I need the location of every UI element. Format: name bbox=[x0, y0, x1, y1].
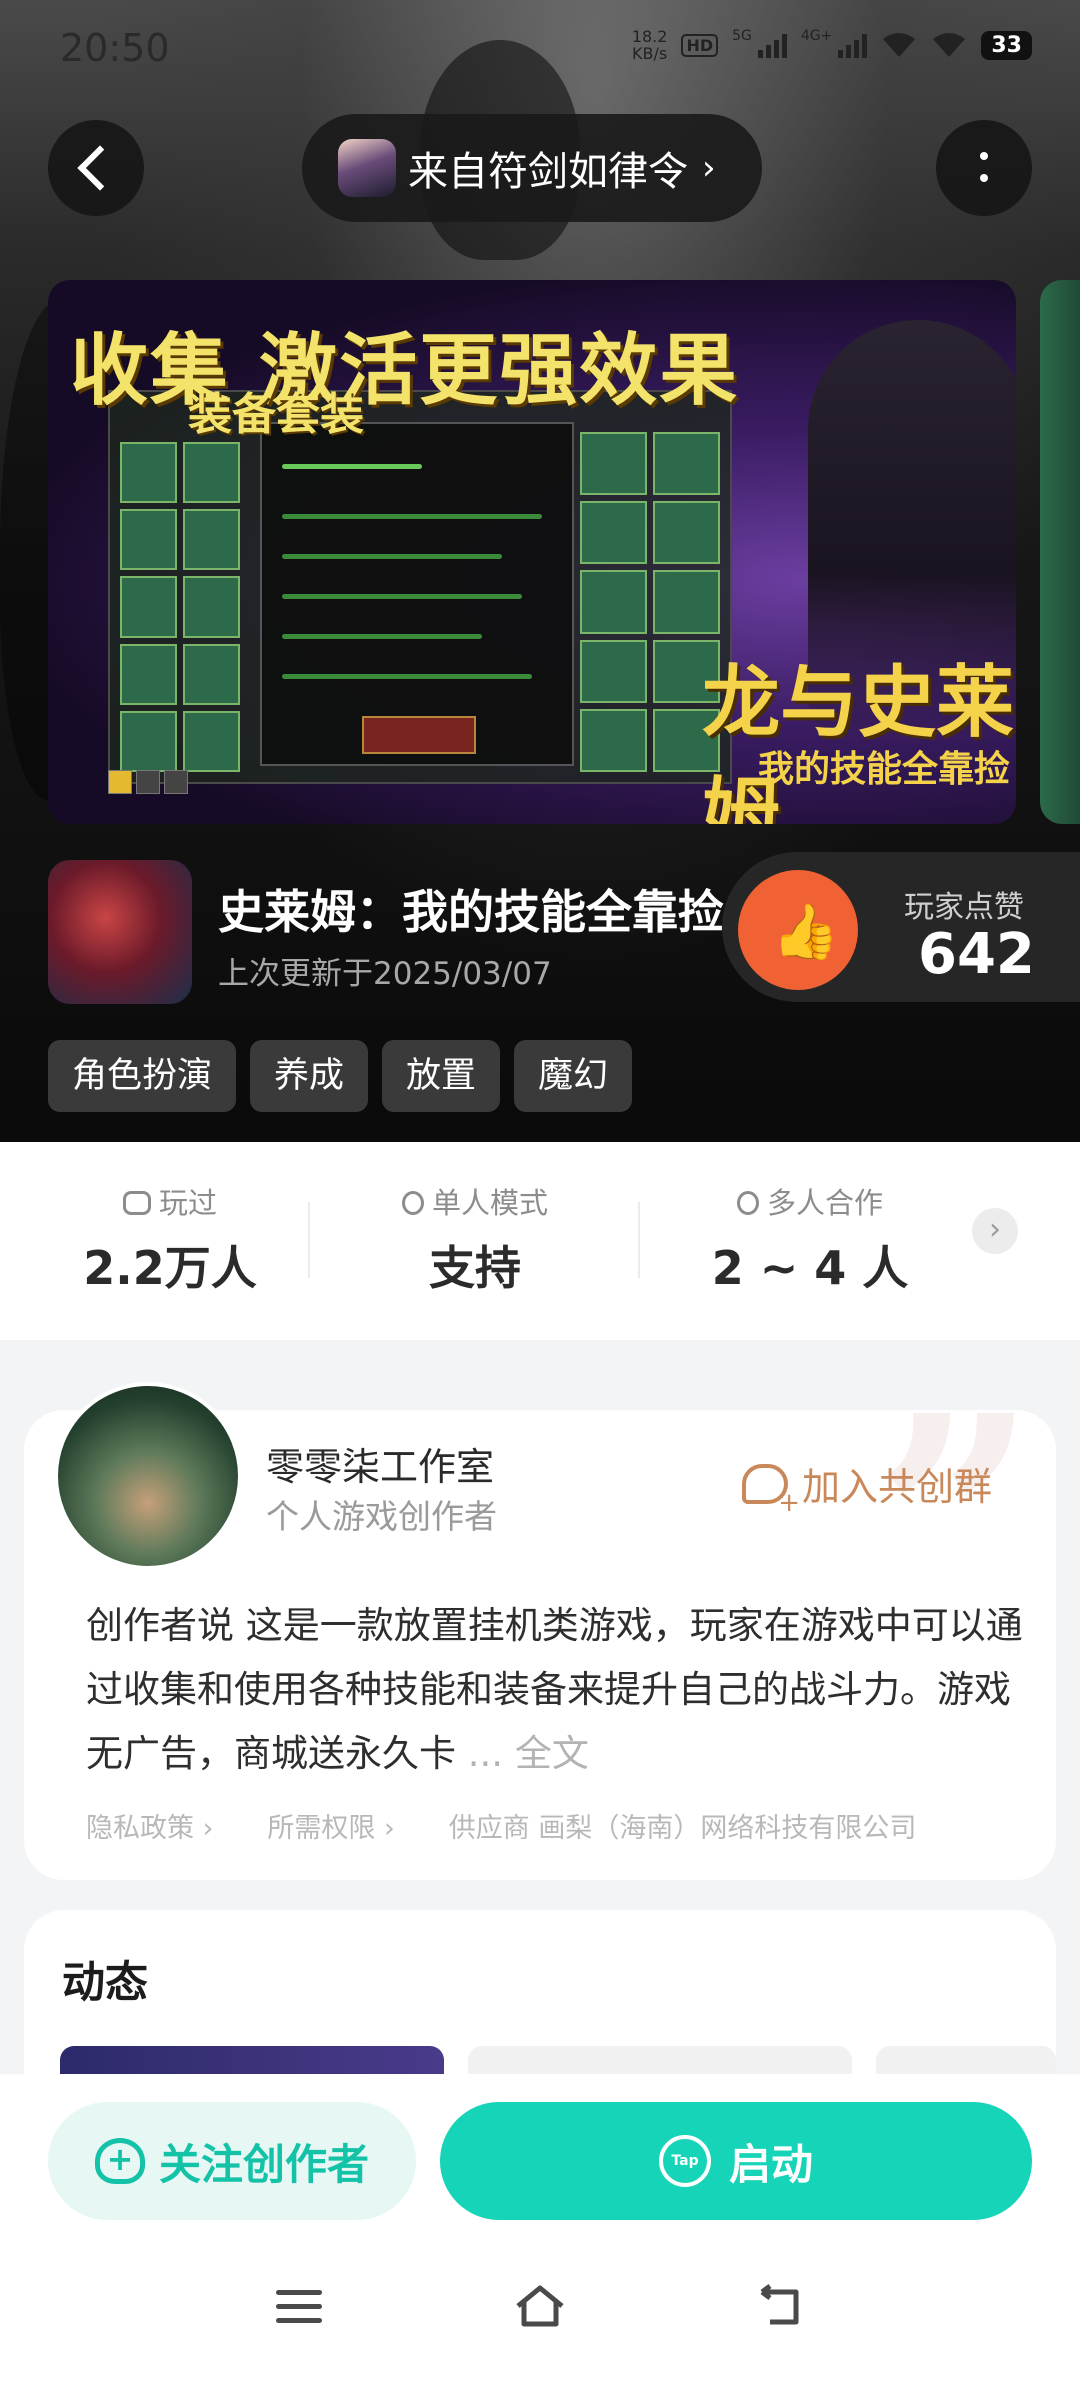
banner-item-grid-2 bbox=[580, 432, 720, 772]
chevron-right-icon[interactable]: › bbox=[972, 1208, 1018, 1254]
back-button[interactable] bbox=[48, 120, 144, 216]
system-nav-bar bbox=[0, 2226, 1080, 2400]
creator-links: 隐私政策 › 所需权限 › 供应商 画梨（海南）网络科技有限公司 bbox=[86, 1806, 916, 1845]
chevron-right-icon: › bbox=[702, 148, 716, 188]
wifi-icon-2 bbox=[933, 33, 966, 57]
signal-icon-2 bbox=[838, 32, 868, 58]
menu-icon[interactable] bbox=[276, 2290, 322, 2332]
thumbs-up-icon: 👍 bbox=[772, 900, 840, 963]
creator-description[interactable]: 创作者说 这是一款放置挂机类游戏，玩家在游戏中可以通过收集和使用各种技能和装备来… bbox=[86, 1594, 1026, 1786]
like-count: 642 bbox=[918, 922, 1035, 987]
creator-role: 个人游戏创作者 bbox=[266, 1497, 497, 1536]
banner-logo: 龙与史莱姆 bbox=[702, 658, 1015, 824]
next-screenshot-peek[interactable] bbox=[1040, 280, 1080, 824]
signal-icon bbox=[757, 32, 787, 58]
feed-section: 动态 bbox=[24, 1910, 1056, 2090]
people-icon bbox=[736, 1191, 759, 1215]
banner-subline: 装备套装 bbox=[188, 389, 364, 440]
join-group-label: 加入共创群 bbox=[802, 1465, 993, 1509]
tag-nurture[interactable]: 养成 bbox=[250, 1040, 369, 1112]
supplier-info: 供应商 画梨（海南）网络科技有限公司 bbox=[448, 1813, 917, 1844]
chat-plus-icon bbox=[742, 1463, 800, 1518]
stat-multi: 多人合作 2 ~ 4 人 bbox=[700, 1180, 920, 1298]
desc-lead: 创作者说 bbox=[86, 1604, 234, 1647]
tag-role-playing[interactable]: 角色扮演 bbox=[48, 1040, 237, 1112]
full-text-link[interactable]: 全文 bbox=[515, 1732, 589, 1775]
banner-game-panel bbox=[108, 390, 732, 784]
like-button[interactable]: 👍 bbox=[738, 870, 858, 990]
feed-title: 动态 bbox=[62, 1958, 148, 2008]
game-title: 史莱姆：我的技能全靠捡 bbox=[218, 885, 724, 939]
stat-value: 支持 bbox=[429, 1241, 521, 1295]
screenshot-banner[interactable]: 收集 激活更强效果 装备套装 龙与史莱姆 我的技能全靠捡 bbox=[48, 280, 1016, 824]
desc-ellipsis: ... bbox=[467, 1732, 504, 1775]
hd-badge: HD bbox=[681, 33, 719, 57]
sim2-label: 4G+ bbox=[800, 28, 833, 44]
stats-row[interactable]: 玩过 2.2万人 单人模式 支持 多人合作 2 ~ 4 人 › bbox=[0, 1142, 1080, 1340]
heart-plus-icon: + bbox=[94, 2138, 145, 2184]
tag-list: 角色扮演 养成 放置 魔幻 bbox=[48, 1040, 633, 1112]
more-dot bbox=[980, 152, 988, 160]
stat-label: 多人合作 bbox=[766, 1186, 883, 1220]
join-group-button[interactable]: 加入共创群 bbox=[742, 1456, 993, 1518]
sim1-label: 5G bbox=[732, 28, 752, 44]
creator-card: ” 零零柒工作室 个人游戏创作者 加入共创群 创作者说 这是一款放置挂机类游戏，… bbox=[24, 1380, 1056, 1880]
back-arrow-icon bbox=[77, 145, 123, 191]
divider bbox=[638, 1202, 640, 1278]
person-icon bbox=[401, 1191, 424, 1215]
stat-value: 2.2万人 bbox=[83, 1241, 257, 1295]
permissions-link[interactable]: 所需权限 › bbox=[267, 1806, 394, 1845]
taptap-icon: Tap bbox=[658, 2135, 711, 2187]
privacy-policy-link[interactable]: 隐私政策 › bbox=[86, 1806, 213, 1845]
status-time: 20:50 bbox=[60, 26, 170, 70]
stat-played: 玩过 2.2万人 bbox=[60, 1180, 280, 1298]
status-icons: 18.2 KB/s HD 5G 4G+ 33 bbox=[632, 28, 1032, 62]
game-updated: 上次更新于2025/03/07 bbox=[218, 956, 552, 992]
net-speed-unit: KB/s bbox=[632, 44, 668, 63]
launch-label: 启动 bbox=[728, 2139, 813, 2189]
wifi-icon bbox=[883, 33, 916, 57]
creator-avatar[interactable] bbox=[54, 1382, 242, 1570]
creator-name[interactable]: 零零柒工作室 bbox=[266, 1436, 494, 1491]
stat-single: 单人模式 支持 bbox=[370, 1180, 580, 1298]
launch-button[interactable]: Tap 启动 bbox=[440, 2102, 1032, 2220]
game-icon bbox=[48, 860, 192, 1004]
source-pill[interactable]: 来自符剑如律令 › bbox=[302, 114, 762, 222]
divider bbox=[308, 1202, 310, 1278]
net-speed: 18.2 KB/s bbox=[632, 28, 668, 62]
banner-unequip-button bbox=[362, 716, 476, 754]
banner-item-card bbox=[260, 422, 574, 766]
follow-creator-button[interactable]: + 关注创作者 bbox=[48, 2102, 416, 2220]
tag-fantasy[interactable]: 魔幻 bbox=[514, 1040, 633, 1112]
banner-item-grid bbox=[120, 442, 240, 772]
follow-label: 关注创作者 bbox=[158, 2139, 369, 2189]
banner-logo-sub: 我的技能全靠捡 bbox=[758, 749, 1011, 790]
stat-label: 单人模式 bbox=[431, 1186, 548, 1220]
more-button[interactable] bbox=[936, 120, 1032, 216]
source-label: 来自符剑如律令 bbox=[408, 149, 688, 195]
home-icon[interactable] bbox=[514, 2284, 566, 2328]
banner-page-dots bbox=[108, 770, 188, 794]
banner-headline: 收集 激活更强效果 bbox=[70, 326, 740, 416]
more-dot bbox=[980, 174, 988, 182]
source-avatar bbox=[338, 139, 396, 197]
stat-value: 2 ~ 4 人 bbox=[711, 1241, 909, 1295]
stat-label: 玩过 bbox=[158, 1186, 217, 1220]
like-label: 玩家点赞 bbox=[904, 890, 1024, 925]
battery-icon: 33 bbox=[981, 30, 1032, 60]
bottom-action-bar: + 关注创作者 Tap 启动 bbox=[0, 2074, 1080, 2226]
gamepad-icon bbox=[122, 1191, 151, 1215]
tag-idle[interactable]: 放置 bbox=[382, 1040, 501, 1112]
status-bar: 20:50 18.2 KB/s HD 5G 4G+ 33 bbox=[0, 0, 1080, 100]
back-nav-icon[interactable] bbox=[756, 2284, 804, 2328]
net-speed-value: 18.2 bbox=[631, 27, 668, 46]
